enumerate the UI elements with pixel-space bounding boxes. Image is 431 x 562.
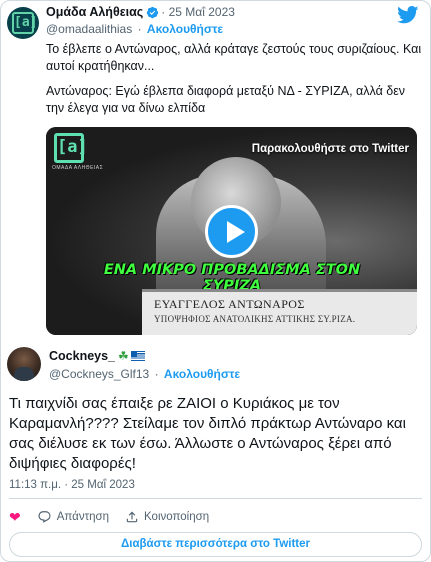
video-lower-third: ΕΥΑΓΓΕΛΟΣ ΑΝΤΩΝΑΡΟΣ ΥΠΟΨΗΦΙΟΣ ΑΝΑΤΟΛΙΚΗΣ…: [142, 289, 417, 335]
parent-handle-row: @omadaalithias · Ακολουθήστε: [46, 22, 223, 36]
parent-display-name[interactable]: Ομάδα Αλήθειας: [46, 5, 143, 19]
twitter-bird-icon[interactable]: [397, 6, 419, 24]
verified-badge-icon: [147, 6, 159, 18]
parent-tweet: [a] Ομάδα Αλήθειας · 25 Μαΐ 2023 @omadaa…: [1, 1, 430, 339]
watch-on-twitter-label[interactable]: Παρακολουθήστε στο Twitter: [252, 143, 409, 155]
author-handle-row: @Cockneys_Glf13 · Ακολουθήστε: [49, 367, 240, 381]
author-follow-link[interactable]: Ακολουθήστε: [164, 367, 240, 381]
video-player[interactable]: [a] ΟΜΑΔΑ ΑΛΗΘΕΙΑΣ Παρακολουθήστε στο Tw…: [46, 127, 417, 335]
play-button-icon[interactable]: [205, 205, 258, 258]
copy-link-button[interactable]: Κοινοποίηση: [125, 510, 209, 524]
shamrock-icon: ☘: [118, 349, 129, 363]
lower-third-name: ΕΥΑΓΓΕΛΟΣ ΑΝΤΩΝΑΡΟΣ: [154, 297, 305, 311]
reply-label: Απάντηση: [56, 511, 110, 523]
parent-tweet-text-line2: Αντώναρος: Εγώ έβλεπα διαφορά μεταξύ ΝΔ …: [46, 84, 406, 115]
parent-header: Ομάδα Αλήθειας · 25 Μαΐ 2023: [46, 5, 235, 19]
separator-dot: ·: [137, 22, 142, 36]
embedded-tweet-card: [a] Ομάδα Αλήθειας · 25 Μαΐ 2023 @omadaa…: [0, 0, 431, 562]
read-more-button[interactable]: Διαβάστε περισσότερα στο Twitter: [9, 532, 422, 557]
tweet-text: Τι παιχνίδι σας έπαιξε ρε ΖΑΙΟΙ ο Κυριάκ…: [9, 395, 406, 472]
author-avatar[interactable]: [7, 347, 41, 381]
parent-avatar[interactable]: [a]: [7, 7, 39, 39]
parent-handle[interactable]: @omadaalithias: [46, 22, 132, 36]
divider: [9, 498, 422, 499]
upload-share-icon: [126, 511, 138, 523]
greek-flag-icon: [130, 351, 145, 361]
video-channel-logo: [a]: [54, 133, 88, 163]
separator-dot: ·: [154, 367, 159, 381]
tweet-timestamp[interactable]: 11:13 π.μ. · 25 Μαΐ 2023: [9, 479, 135, 491]
tweet-actions: ❤ Απάντηση Κοινοποίηση: [9, 506, 225, 528]
author-display-name[interactable]: Cockneys_: [49, 349, 115, 363]
reply-button[interactable]: Απάντηση: [37, 510, 109, 524]
parent-tweet-text-line1: Το έβλεπε ο Αντώναρος, αλλά κράταγε ζεστ…: [46, 42, 422, 73]
lower-third-role: ΥΠΟΨΗΦΙΟΣ ΑΝΑΤΟΛΙΚΗΣ ΑΤΤΙΚΗΣ ΣΥ.ΡΙΖΑ.: [154, 314, 356, 324]
parent-follow-link[interactable]: Ακολουθήστε: [147, 22, 223, 36]
author-handle[interactable]: @Cockneys_Glf13: [49, 367, 149, 381]
copy-link-label: Κοινοποίηση: [144, 511, 210, 523]
like-heart-icon[interactable]: ❤: [9, 509, 21, 526]
video-channel-logo-caption: ΟΜΑΔΑ ΑΛΗΘΕΙΑΣ: [52, 165, 104, 171]
author-name-row: Cockneys_ ☘: [49, 349, 145, 363]
reply-bubble-icon: [38, 511, 51, 523]
parent-date[interactable]: · 25 Μαΐ 2023: [161, 5, 235, 19]
avatar-logo-mark: [a]: [12, 12, 37, 34]
